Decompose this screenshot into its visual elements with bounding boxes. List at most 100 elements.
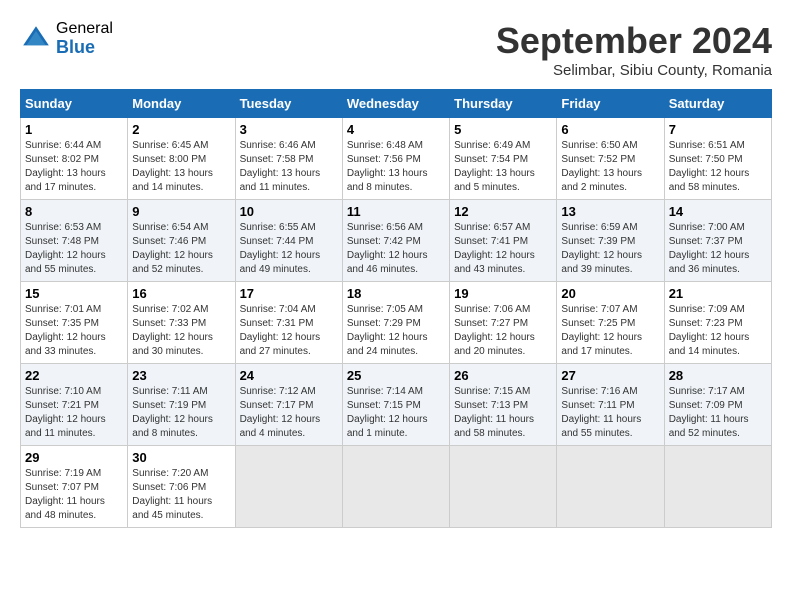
col-tuesday: Tuesday: [235, 90, 342, 118]
title-block: September 2024 Selimbar, Sibiu County, R…: [496, 20, 772, 79]
day-number: 4: [347, 122, 445, 137]
table-row: 1 Sunrise: 6:44 AMSunset: 8:02 PMDayligh…: [21, 118, 128, 200]
day-info: Sunrise: 7:01 AMSunset: 7:35 PMDaylight:…: [25, 303, 123, 359]
day-number: 23: [132, 368, 230, 383]
calendar-week-row: 1 Sunrise: 6:44 AMSunset: 8:02 PMDayligh…: [21, 118, 772, 200]
table-row: 15 Sunrise: 7:01 AMSunset: 7:35 PMDaylig…: [21, 282, 128, 364]
day-number: 20: [561, 286, 659, 301]
day-number: 9: [132, 204, 230, 219]
day-info: Sunrise: 6:50 AMSunset: 7:52 PMDaylight:…: [561, 139, 659, 195]
calendar-week-row: 22 Sunrise: 7:10 AMSunset: 7:21 PMDaylig…: [21, 364, 772, 446]
day-info: Sunrise: 6:49 AMSunset: 7:54 PMDaylight:…: [454, 139, 552, 195]
col-wednesday: Wednesday: [342, 90, 449, 118]
page-header: General Blue September 2024 Selimbar, Si…: [20, 20, 772, 79]
table-row: [557, 446, 664, 528]
col-sunday: Sunday: [21, 90, 128, 118]
day-number: 27: [561, 368, 659, 383]
table-row: 22 Sunrise: 7:10 AMSunset: 7:21 PMDaylig…: [21, 364, 128, 446]
calendar-header-row: Sunday Monday Tuesday Wednesday Thursday…: [21, 90, 772, 118]
table-row: 7 Sunrise: 6:51 AMSunset: 7:50 PMDayligh…: [664, 118, 771, 200]
day-number: 26: [454, 368, 552, 383]
day-info: Sunrise: 7:07 AMSunset: 7:25 PMDaylight:…: [561, 303, 659, 359]
col-thursday: Thursday: [450, 90, 557, 118]
logo-icon: [20, 23, 52, 55]
table-row: 27 Sunrise: 7:16 AMSunset: 7:11 PMDaylig…: [557, 364, 664, 446]
table-row: 6 Sunrise: 6:50 AMSunset: 7:52 PMDayligh…: [557, 118, 664, 200]
table-row: 5 Sunrise: 6:49 AMSunset: 7:54 PMDayligh…: [450, 118, 557, 200]
table-row: 12 Sunrise: 6:57 AMSunset: 7:41 PMDaylig…: [450, 200, 557, 282]
calendar-week-row: 29 Sunrise: 7:19 AMSunset: 7:07 PMDaylig…: [21, 446, 772, 528]
day-number: 21: [669, 286, 767, 301]
day-number: 18: [347, 286, 445, 301]
table-row: 16 Sunrise: 7:02 AMSunset: 7:33 PMDaylig…: [128, 282, 235, 364]
logo-blue: Blue: [56, 38, 113, 58]
table-row: 23 Sunrise: 7:11 AMSunset: 7:19 PMDaylig…: [128, 364, 235, 446]
day-number: 29: [25, 450, 123, 465]
day-number: 19: [454, 286, 552, 301]
day-info: Sunrise: 6:55 AMSunset: 7:44 PMDaylight:…: [240, 221, 338, 277]
day-number: 5: [454, 122, 552, 137]
day-info: Sunrise: 6:53 AMSunset: 7:48 PMDaylight:…: [25, 221, 123, 277]
table-row: 4 Sunrise: 6:48 AMSunset: 7:56 PMDayligh…: [342, 118, 449, 200]
day-number: 10: [240, 204, 338, 219]
day-number: 11: [347, 204, 445, 219]
day-info: Sunrise: 7:12 AMSunset: 7:17 PMDaylight:…: [240, 385, 338, 441]
table-row: [664, 446, 771, 528]
location: Selimbar, Sibiu County, Romania: [496, 62, 772, 79]
table-row: [235, 446, 342, 528]
day-info: Sunrise: 6:46 AMSunset: 7:58 PMDaylight:…: [240, 139, 338, 195]
day-info: Sunrise: 7:11 AMSunset: 7:19 PMDaylight:…: [132, 385, 230, 441]
day-info: Sunrise: 7:02 AMSunset: 7:33 PMDaylight:…: [132, 303, 230, 359]
table-row: 25 Sunrise: 7:14 AMSunset: 7:15 PMDaylig…: [342, 364, 449, 446]
logo-general: General: [56, 20, 113, 38]
day-info: Sunrise: 6:57 AMSunset: 7:41 PMDaylight:…: [454, 221, 552, 277]
day-number: 24: [240, 368, 338, 383]
col-friday: Friday: [557, 90, 664, 118]
day-number: 13: [561, 204, 659, 219]
day-number: 2: [132, 122, 230, 137]
day-info: Sunrise: 6:48 AMSunset: 7:56 PMDaylight:…: [347, 139, 445, 195]
day-number: 6: [561, 122, 659, 137]
table-row: 24 Sunrise: 7:12 AMSunset: 7:17 PMDaylig…: [235, 364, 342, 446]
day-info: Sunrise: 6:56 AMSunset: 7:42 PMDaylight:…: [347, 221, 445, 277]
table-row: 2 Sunrise: 6:45 AMSunset: 8:00 PMDayligh…: [128, 118, 235, 200]
table-row: 20 Sunrise: 7:07 AMSunset: 7:25 PMDaylig…: [557, 282, 664, 364]
table-row: 8 Sunrise: 6:53 AMSunset: 7:48 PMDayligh…: [21, 200, 128, 282]
day-info: Sunrise: 7:05 AMSunset: 7:29 PMDaylight:…: [347, 303, 445, 359]
day-number: 3: [240, 122, 338, 137]
table-row: 30 Sunrise: 7:20 AMSunset: 7:06 PMDaylig…: [128, 446, 235, 528]
day-info: Sunrise: 7:09 AMSunset: 7:23 PMDaylight:…: [669, 303, 767, 359]
table-row: 17 Sunrise: 7:04 AMSunset: 7:31 PMDaylig…: [235, 282, 342, 364]
day-info: Sunrise: 7:04 AMSunset: 7:31 PMDaylight:…: [240, 303, 338, 359]
day-number: 17: [240, 286, 338, 301]
day-info: Sunrise: 7:06 AMSunset: 7:27 PMDaylight:…: [454, 303, 552, 359]
day-info: Sunrise: 7:00 AMSunset: 7:37 PMDaylight:…: [669, 221, 767, 277]
table-row: 14 Sunrise: 7:00 AMSunset: 7:37 PMDaylig…: [664, 200, 771, 282]
day-number: 12: [454, 204, 552, 219]
day-info: Sunrise: 7:14 AMSunset: 7:15 PMDaylight:…: [347, 385, 445, 441]
day-number: 14: [669, 204, 767, 219]
table-row: [342, 446, 449, 528]
day-number: 30: [132, 450, 230, 465]
table-row: 11 Sunrise: 6:56 AMSunset: 7:42 PMDaylig…: [342, 200, 449, 282]
day-number: 8: [25, 204, 123, 219]
table-row: 18 Sunrise: 7:05 AMSunset: 7:29 PMDaylig…: [342, 282, 449, 364]
table-row: 9 Sunrise: 6:54 AMSunset: 7:46 PMDayligh…: [128, 200, 235, 282]
day-info: Sunrise: 6:44 AMSunset: 8:02 PMDaylight:…: [25, 139, 123, 195]
table-row: 19 Sunrise: 7:06 AMSunset: 7:27 PMDaylig…: [450, 282, 557, 364]
calendar-week-row: 15 Sunrise: 7:01 AMSunset: 7:35 PMDaylig…: [21, 282, 772, 364]
month-title: September 2024: [496, 20, 772, 62]
day-info: Sunrise: 7:10 AMSunset: 7:21 PMDaylight:…: [25, 385, 123, 441]
day-number: 16: [132, 286, 230, 301]
calendar-table: Sunday Monday Tuesday Wednesday Thursday…: [20, 89, 772, 528]
day-info: Sunrise: 7:17 AMSunset: 7:09 PMDaylight:…: [669, 385, 767, 441]
day-info: Sunrise: 7:19 AMSunset: 7:07 PMDaylight:…: [25, 467, 123, 523]
day-number: 22: [25, 368, 123, 383]
day-info: Sunrise: 7:15 AMSunset: 7:13 PMDaylight:…: [454, 385, 552, 441]
table-row: 26 Sunrise: 7:15 AMSunset: 7:13 PMDaylig…: [450, 364, 557, 446]
day-number: 1: [25, 122, 123, 137]
table-row: [450, 446, 557, 528]
calendar-week-row: 8 Sunrise: 6:53 AMSunset: 7:48 PMDayligh…: [21, 200, 772, 282]
table-row: 3 Sunrise: 6:46 AMSunset: 7:58 PMDayligh…: [235, 118, 342, 200]
day-info: Sunrise: 6:45 AMSunset: 8:00 PMDaylight:…: [132, 139, 230, 195]
